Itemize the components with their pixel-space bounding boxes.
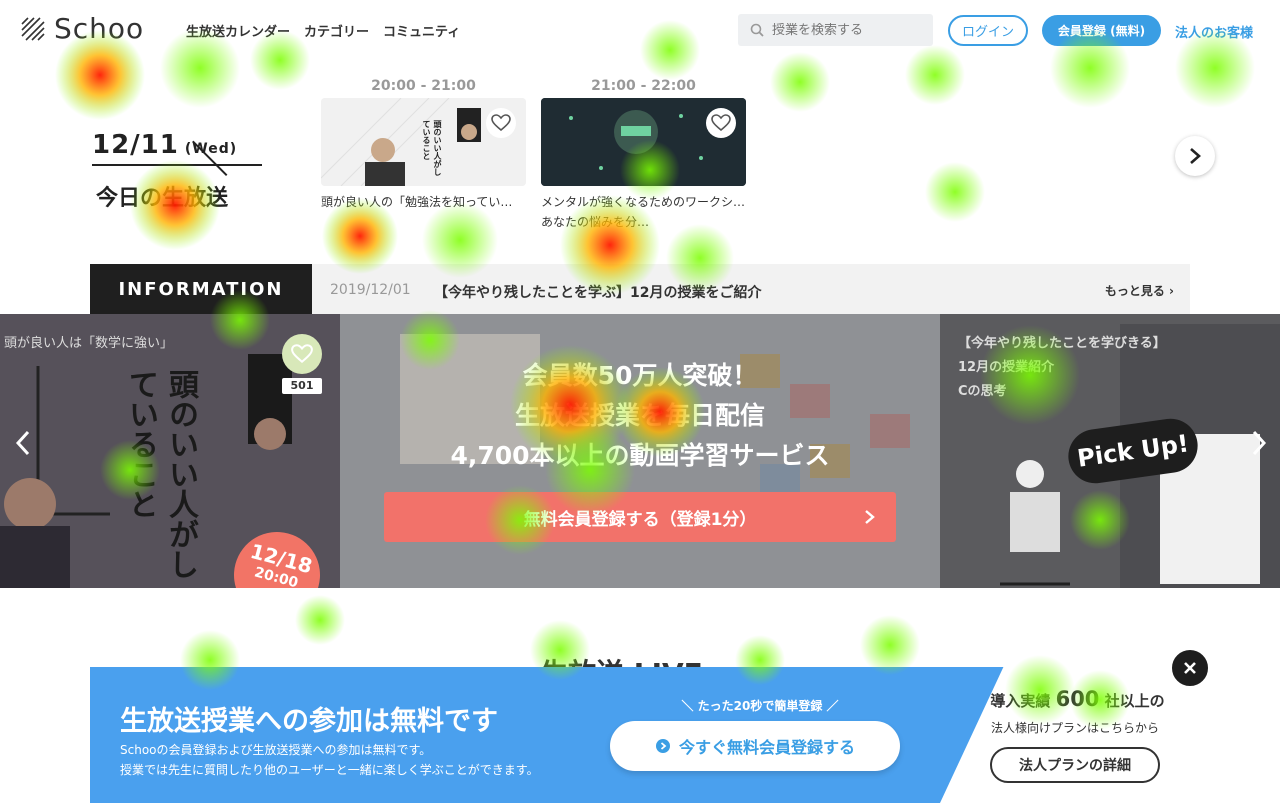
hero-right-caption: 【今年やり残したことを学びきる】 12月の授業紹介 Cの思考 bbox=[958, 336, 1166, 399]
hero-headline-3: 4,700本以上の動画学習サービス bbox=[450, 441, 830, 470]
close-icon bbox=[1184, 662, 1196, 674]
hero-next-arrow[interactable] bbox=[1244, 428, 1274, 458]
live-card[interactable]: 21:00 - 22:00 メンタルが強くなるためのワークシ…あなたの悩みを分… bbox=[541, 78, 746, 232]
schoo-logo[interactable]: Schoo bbox=[20, 12, 144, 45]
today-date: 12/11 (Wed) bbox=[92, 130, 238, 160]
promo-description-1: Schooの会員登録および生放送授業への参加は無料です。 bbox=[120, 743, 432, 757]
hero-favorite-button[interactable] bbox=[282, 334, 322, 374]
today-label: 今日の生放送 bbox=[96, 186, 229, 211]
hero-carousel: 頭が良い人は「数学に強い」 頭のいい人がしていること 501 12/18 20:… bbox=[0, 314, 1280, 588]
nav-live-calendar[interactable]: 生放送カレンダー bbox=[186, 21, 290, 40]
information-date: 2019/12/01 bbox=[330, 282, 411, 298]
schoo-logo-icon bbox=[21, 16, 45, 41]
information-more-link[interactable]: もっと見る › bbox=[1105, 282, 1174, 299]
today-divider bbox=[92, 164, 262, 166]
chevron-right-icon bbox=[1252, 430, 1267, 456]
favorite-button[interactable] bbox=[486, 108, 516, 138]
heart-icon bbox=[291, 344, 313, 363]
promo-corporate-stat: 導入実績 600 社以上の bbox=[990, 687, 1165, 711]
chevron-right-icon bbox=[865, 510, 875, 524]
hero-register-label: 無料会員登録する（登録1分） bbox=[523, 509, 757, 530]
search-box[interactable] bbox=[738, 14, 933, 46]
login-button[interactable]: ログイン bbox=[948, 15, 1028, 46]
like-count: 501 bbox=[282, 378, 322, 394]
register-button[interactable]: 会員登録 (無料) bbox=[1042, 15, 1161, 46]
nav-community[interactable]: コミュニティ bbox=[383, 21, 460, 40]
search-icon bbox=[750, 23, 764, 37]
nav-category[interactable]: カテゴリー bbox=[304, 21, 369, 40]
chevron-right-icon bbox=[1190, 148, 1201, 164]
card-thumbnail[interactable] bbox=[541, 98, 746, 186]
hero-left-title: 頭のいい人がしていること bbox=[123, 369, 198, 579]
card-title[interactable]: 頭が良い人の「勉強法を知ってい… bbox=[321, 192, 526, 232]
card-time: 20:00 - 21:00 bbox=[371, 78, 476, 94]
promo-close-button[interactable] bbox=[1170, 648, 1210, 688]
heart-icon bbox=[711, 114, 731, 132]
search-input[interactable] bbox=[772, 22, 922, 38]
hero-headline-1: 会員数50万人突破！ bbox=[522, 361, 758, 390]
information-text[interactable]: 【今年やり残したことを学ぶ】12月の授業をご紹介 bbox=[434, 282, 761, 302]
hero-left-caption: 頭が良い人は「数学に強い」 bbox=[4, 336, 174, 351]
hero-slide-main: 会員数50万人突破！ 生放送授業を毎日配信 4,700本以上の動画学習サービス … bbox=[340, 314, 940, 588]
chevron-left-icon bbox=[15, 430, 30, 456]
hero-register-button[interactable]: 無料会員登録する（登録1分） bbox=[384, 492, 896, 542]
promo-description-2: 授業では先生に質問したり他のユーザーと一緒に楽しく学ぶことができます。 bbox=[120, 763, 539, 777]
hero-slide-prev[interactable]: 頭が良い人は「数学に強い」 頭のいい人がしていること 501 12/18 20:… bbox=[0, 314, 340, 588]
card-thumbnail[interactable]: 頭のいい人がしていること bbox=[321, 98, 526, 186]
card-title[interactable]: メンタルが強くなるためのワークシ…あなたの悩みを分… bbox=[541, 192, 746, 232]
carousel-next-button[interactable] bbox=[1175, 136, 1215, 176]
card-thumb-text: 頭のいい人がしていること bbox=[422, 120, 442, 176]
main-nav: 生放送カレンダー カテゴリー コミュニティ bbox=[186, 21, 460, 40]
hero-headline-2: 生放送授業を毎日配信 bbox=[514, 401, 765, 430]
corporate-link[interactable]: 法人のお客様 bbox=[1175, 22, 1253, 41]
logo-text: Schoo bbox=[54, 12, 145, 45]
information-bar: INFORMATION 2019/12/01 【今年やり残したことを学ぶ】12月… bbox=[90, 264, 1190, 314]
site-header: Schoo 生放送カレンダー カテゴリー コミュニティ ログイン 会員登録 (無… bbox=[0, 0, 1280, 62]
card-time: 21:00 - 22:00 bbox=[591, 78, 696, 94]
hero-slide-next[interactable]: 【今年やり残したことを学びきる】 12月の授業紹介 Cの思考 Pick Up! bbox=[940, 314, 1280, 588]
information-label: INFORMATION bbox=[90, 264, 312, 314]
heart-icon bbox=[491, 114, 511, 132]
promo-corporate-sub: 法人様向けプランはこちらから bbox=[990, 721, 1159, 735]
hero-prev-arrow[interactable] bbox=[8, 428, 38, 458]
promo-register-button[interactable]: 今すぐ無料会員登録する bbox=[610, 721, 900, 771]
promo-register-label: 今すぐ無料会員登録する bbox=[678, 738, 855, 757]
favorite-button[interactable] bbox=[706, 108, 736, 138]
promo-tagline: ＼ たった20秒で簡単登録 ／ bbox=[681, 699, 839, 713]
play-circle-icon bbox=[655, 739, 670, 753]
signup-promo-banner: 生放送授業への参加は無料です Schooの会員登録および生放送授業への参加は無料… bbox=[90, 667, 1190, 803]
live-card[interactable]: 20:00 - 21:00 頭のいい人がしていること 頭が良い人の「勉強法を知っ… bbox=[321, 78, 526, 232]
corporate-plan-button[interactable]: 法人プランの詳細 bbox=[990, 747, 1160, 783]
promo-title: 生放送授業への参加は無料です bbox=[120, 706, 498, 737]
